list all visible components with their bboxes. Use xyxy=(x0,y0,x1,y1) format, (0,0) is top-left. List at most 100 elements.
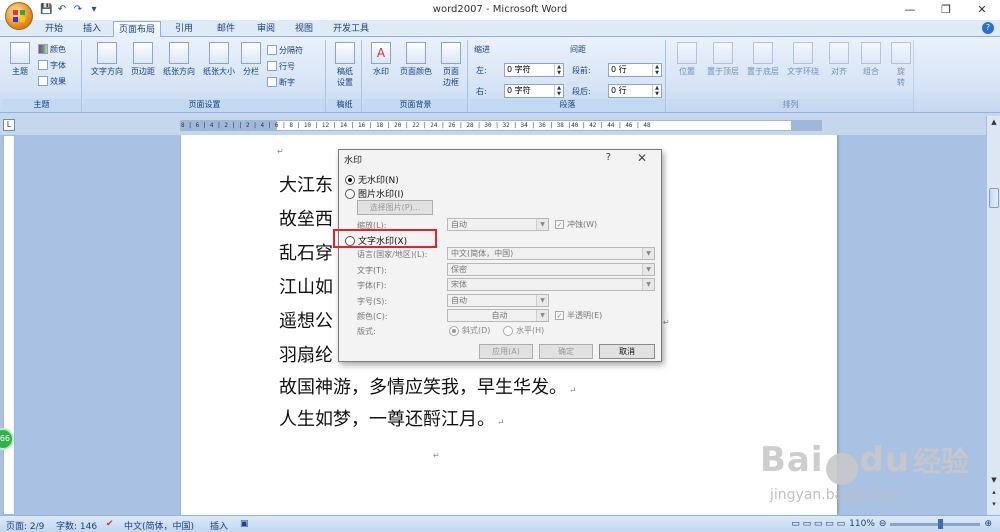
watermark-button[interactable]: A 水印 xyxy=(366,42,396,77)
spacing-after-input[interactable]: 0 行 ▲ ▼ xyxy=(608,84,662,98)
insert-mode[interactable]: 插入 xyxy=(210,519,228,532)
no-watermark-option[interactable]: 无水印(N) xyxy=(345,173,399,186)
prev-page-icon[interactable]: ▴ xyxy=(988,488,1000,498)
minimize-button[interactable]: — xyxy=(892,0,928,20)
macro-record-icon[interactable]: ▣ xyxy=(240,519,249,529)
page-count[interactable]: 页面: 2/9 xyxy=(6,519,44,532)
tab-references[interactable]: 引用 xyxy=(170,21,198,37)
spacing-before-input[interactable]: 0 行 ▲ ▼ xyxy=(608,63,662,77)
select-picture-button[interactable]: 选择图片(P)... xyxy=(357,200,433,215)
text-direction-button[interactable]: 文字方向 xyxy=(88,42,126,77)
theme-effects-button[interactable]: 效果 xyxy=(38,75,66,87)
apply-button[interactable]: 应用(A) xyxy=(479,344,533,359)
ok-button[interactable]: 确定 xyxy=(539,344,593,359)
language-select[interactable]: 中文(简体，中国) ▼ xyxy=(447,247,655,260)
theme-icon xyxy=(10,42,30,64)
position-icon xyxy=(677,42,697,64)
align-button[interactable]: 对齐 xyxy=(824,42,854,77)
office-button[interactable] xyxy=(5,2,33,30)
dialog-close-icon[interactable]: ✕ xyxy=(637,151,647,165)
zoom-out-icon[interactable]: ⊖ xyxy=(879,519,887,529)
zoom-level[interactable]: 110% xyxy=(849,519,875,529)
language-label: 语言(国家/地区)(L): xyxy=(357,250,428,259)
tab-selector-icon[interactable]: L xyxy=(3,119,15,131)
hyphenation-button[interactable]: 断字 xyxy=(267,76,295,88)
theme-colors-button[interactable]: 颜色 xyxy=(38,43,66,55)
word-count[interactable]: 字数: 146 xyxy=(56,519,97,532)
theme-button[interactable]: 主题 xyxy=(5,42,35,77)
document-line: 大江东 xyxy=(279,175,333,196)
vertical-ruler[interactable] xyxy=(3,135,15,515)
cancel-button[interactable]: 取消 xyxy=(599,344,655,359)
breaks-icon xyxy=(267,45,277,55)
indent-right-spinner[interactable]: ▲ ▼ xyxy=(554,85,563,97)
vertical-scrollbar[interactable]: ▲ ▼ ▴ ▾ xyxy=(986,116,1000,515)
page-border-button[interactable]: 页面 边框 xyxy=(436,42,466,88)
language-status[interactable]: 中文(简体，中国) xyxy=(124,519,194,532)
margins-button[interactable]: 页边距 xyxy=(128,42,158,77)
page-color-button[interactable]: 页面颜色 xyxy=(398,42,434,77)
document-line: 江山如 xyxy=(279,277,333,298)
checkbox-checked-icon: ✓ xyxy=(555,311,564,320)
tab-view[interactable]: 视图 xyxy=(290,21,318,37)
radio-icon xyxy=(345,174,355,185)
picture-watermark-option[interactable]: 图片水印(I) xyxy=(345,187,404,200)
indent-left-spinner[interactable]: ▲ ▼ xyxy=(554,64,563,76)
indent-left-input[interactable]: 0 字符 ▲ ▼ xyxy=(504,63,564,77)
paper-size-button[interactable]: 纸张大小 xyxy=(200,42,238,77)
next-page-icon[interactable]: ▾ xyxy=(988,500,1000,510)
close-button[interactable]: ✕ xyxy=(964,0,1000,20)
tab-insert[interactable]: 插入 xyxy=(78,21,106,37)
tab-review[interactable]: 审阅 xyxy=(252,21,280,37)
theme-fonts-button[interactable]: 字体 xyxy=(38,59,66,71)
group-objects-button[interactable]: 组合 xyxy=(856,42,886,77)
breaks-button[interactable]: 分隔符 xyxy=(267,44,303,56)
semitransparent-checkbox[interactable]: ✓ 半透明(E) xyxy=(555,310,602,321)
scale-select[interactable]: 自动 ▼ xyxy=(447,218,549,231)
size-select[interactable]: 自动 ▼ xyxy=(447,294,549,307)
diagonal-option[interactable]: 斜式(D) xyxy=(449,325,490,336)
washout-checkbox[interactable]: ✓ 冲蚀(W) xyxy=(555,219,597,230)
tab-page-layout[interactable]: 页面布局 xyxy=(113,21,161,37)
scroll-thumb[interactable] xyxy=(989,188,999,208)
line-numbers-button[interactable]: 行号 xyxy=(267,60,295,72)
window-title: word2007 - Microsoft Word xyxy=(432,4,568,15)
columns-button[interactable]: 分栏 xyxy=(240,42,262,77)
color-select[interactable]: 自动 ▼ xyxy=(447,309,549,322)
orientation-icon xyxy=(169,42,189,64)
rotate-button[interactable]: 旋 转 xyxy=(886,42,916,88)
help-icon[interactable]: ? xyxy=(982,22,994,34)
restore-button[interactable]: ❐ xyxy=(928,0,964,20)
proofing-icon[interactable]: ✔ xyxy=(106,519,114,529)
horizontal-ruler[interactable]: 8 | 6 | 4 | 2 | | 2 | 4 | 6 | 8 | 10 | 1… xyxy=(180,120,822,131)
dialog-help-icon[interactable]: ? xyxy=(606,152,611,163)
document-line: 遥想公 xyxy=(279,311,333,332)
scroll-up-icon[interactable]: ▲ xyxy=(988,118,1000,128)
hyphenation-icon xyxy=(267,77,277,87)
scroll-down-icon[interactable]: ▼ xyxy=(988,476,1000,486)
horizontal-option[interactable]: 水平(H) xyxy=(503,325,544,336)
group-label-draft: 稿纸 xyxy=(328,99,361,111)
spacing-after-spinner[interactable]: ▲ ▼ xyxy=(652,85,661,97)
line-numbers-icon xyxy=(267,61,277,71)
ribbon-tabs: 开始 插入 页面布局 引用 邮件 审阅 视图 开发工具 ? xyxy=(0,20,1000,37)
orientation-button[interactable]: 纸张方向 xyxy=(160,42,198,77)
bring-to-front-button[interactable]: 置于顶层 xyxy=(704,42,742,77)
fonts-icon xyxy=(38,60,48,70)
spacing-before-spinner[interactable]: ▲ ▼ xyxy=(652,64,661,76)
text-wrap-button[interactable]: 文字环绕 xyxy=(784,42,822,77)
zoom-slider[interactable] xyxy=(890,518,981,529)
font-select[interactable]: 宋体 ▼ xyxy=(447,278,655,291)
view-buttons[interactable]: ▭ ▭ ▭ ▭ ▭ xyxy=(791,519,845,529)
zoom-in-icon[interactable]: ⊕ xyxy=(984,519,992,529)
indent-right-input[interactable]: 0 字符 ▲ ▼ xyxy=(504,84,564,98)
text-select[interactable]: 保密 ▼ xyxy=(447,263,655,276)
position-button[interactable]: 位置 xyxy=(672,42,702,77)
tab-home[interactable]: 开始 xyxy=(40,21,68,37)
draft-settings-button[interactable]: 稿纸 设置 xyxy=(330,42,360,88)
send-to-back-button[interactable]: 置于底层 xyxy=(744,42,782,77)
tab-mailings[interactable]: 邮件 xyxy=(212,21,240,37)
tab-developer[interactable]: 开发工具 xyxy=(330,21,372,37)
group-theme: 主题 颜色 字体 效果 主题 xyxy=(2,40,82,112)
paragraph-mark: ↵ xyxy=(433,451,440,460)
